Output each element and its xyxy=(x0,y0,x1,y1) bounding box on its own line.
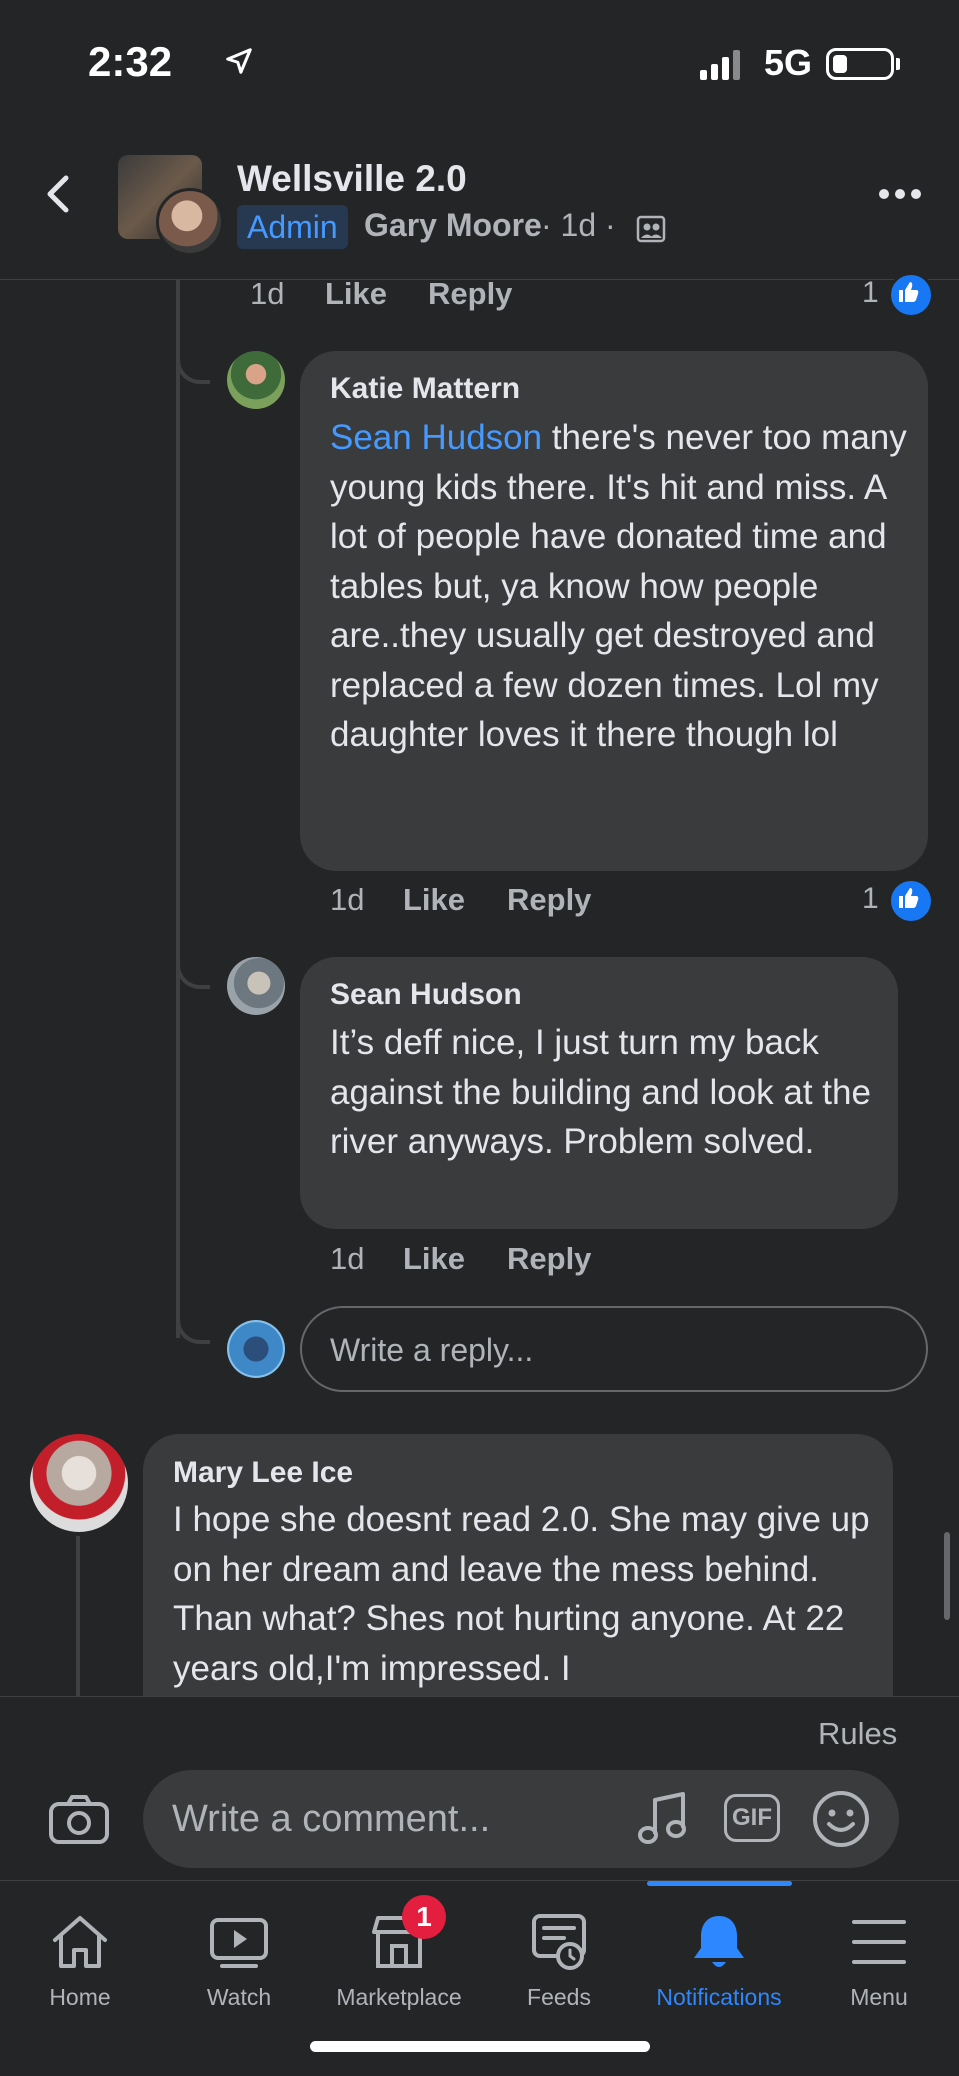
nav-feeds[interactable]: Feeds xyxy=(479,1880,639,2020)
comment-time: 1d xyxy=(330,1241,365,1276)
admin-badge: Admin xyxy=(237,205,348,249)
rules-link[interactable]: Rules xyxy=(818,1716,897,1752)
location-arrow-icon xyxy=(226,48,252,74)
comment-body: I hope she doesnt read 2.0. She may give… xyxy=(173,1500,870,1688)
home-icon xyxy=(53,1916,107,1968)
thread-connector xyxy=(176,955,210,989)
nav-menu[interactable]: Menu xyxy=(799,1880,959,2020)
thread-line xyxy=(76,1536,80,1696)
comment-actions: 1d Like Reply 1 xyxy=(0,882,959,922)
comment-author[interactable]: Sean Hudson xyxy=(330,978,522,1012)
notification-badge: 1 xyxy=(402,1895,446,1939)
comment-actions: 1d Like Reply xyxy=(0,1241,959,1281)
post-author[interactable]: Gary Moore xyxy=(364,207,542,244)
reaction-count[interactable]: 1 xyxy=(862,276,879,310)
nav-label: Home xyxy=(49,1984,111,2010)
comment-text: Sean Hudson there's never too many young… xyxy=(330,413,910,760)
bell-icon xyxy=(694,1916,744,1967)
comment-author[interactable]: Katie Mattern xyxy=(330,372,520,406)
comment-time: 1d xyxy=(250,276,285,311)
nav-label: Marketplace xyxy=(336,1984,462,2010)
nav-label: Menu xyxy=(850,1984,908,2010)
nav-label: Notifications xyxy=(656,1984,782,2010)
commenter-avatar[interactable] xyxy=(30,1434,128,1532)
reaction-count[interactable]: 1 xyxy=(862,882,879,916)
reply-button[interactable]: Reply xyxy=(428,276,512,312)
like-button[interactable]: Like xyxy=(325,276,387,312)
nav-label: Feeds xyxy=(527,1984,591,2010)
prev-comment-actions: 1d Like Reply 1 xyxy=(0,276,959,316)
reply-placeholder[interactable]: Write a reply... xyxy=(330,1332,533,1369)
comment-author[interactable]: Mary Lee Ice xyxy=(173,1456,353,1490)
video-icon xyxy=(210,1918,268,1968)
battery-icon xyxy=(826,48,894,80)
like-button[interactable]: Like xyxy=(403,882,465,918)
nav-marketplace[interactable]: Marketplace xyxy=(319,1880,479,2020)
like-reaction-icon xyxy=(888,272,934,318)
feeds-icon xyxy=(532,1914,586,1970)
menu-icon xyxy=(852,1920,906,1964)
comment-time: 1d xyxy=(330,882,365,917)
group-name[interactable]: Wellsville 2.0 xyxy=(237,158,467,200)
my-avatar xyxy=(227,1320,285,1378)
reply-button[interactable]: Reply xyxy=(507,882,591,918)
nav-label: Watch xyxy=(206,1984,272,2010)
thread-connector xyxy=(176,350,210,384)
scrollbar[interactable] xyxy=(944,1532,950,1620)
music-icon[interactable] xyxy=(636,1790,690,1848)
comment-body: there's never too many young kids there.… xyxy=(330,418,907,754)
group-audience-icon xyxy=(636,215,666,243)
more-options-icon[interactable] xyxy=(878,188,922,200)
comment-placeholder[interactable]: Write a comment... xyxy=(172,1798,490,1841)
reply-button[interactable]: Reply xyxy=(507,1241,591,1277)
post-meta: · 1d · xyxy=(541,207,616,243)
emoji-icon[interactable] xyxy=(812,1790,870,1848)
signal-icon xyxy=(700,50,740,80)
thread-line xyxy=(176,280,180,1338)
camera-icon[interactable] xyxy=(48,1794,110,1846)
nav-watch[interactable]: Watch xyxy=(159,1880,319,2020)
commenter-avatar[interactable] xyxy=(227,957,285,1015)
thread-connector xyxy=(176,1310,210,1344)
back-arrow-icon[interactable] xyxy=(40,172,80,216)
like-button[interactable]: Like xyxy=(403,1241,465,1277)
battery-tip xyxy=(896,58,900,70)
commenter-avatar[interactable] xyxy=(227,351,285,409)
comment-body: It’s deff nice, I just turn my back agai… xyxy=(330,1023,871,1161)
network-label: 5G xyxy=(764,42,813,83)
like-reaction-icon xyxy=(888,878,934,924)
gif-button[interactable]: GIF xyxy=(724,1794,780,1842)
status-time: 2:32 xyxy=(88,38,173,85)
home-indicator[interactable] xyxy=(310,2041,650,2052)
nav-home[interactable]: Home xyxy=(0,1880,160,2020)
author-avatar[interactable] xyxy=(156,188,224,256)
nav-notifications[interactable]: Notifications xyxy=(639,1880,799,2020)
mention-link[interactable]: Sean Hudson xyxy=(330,418,542,457)
